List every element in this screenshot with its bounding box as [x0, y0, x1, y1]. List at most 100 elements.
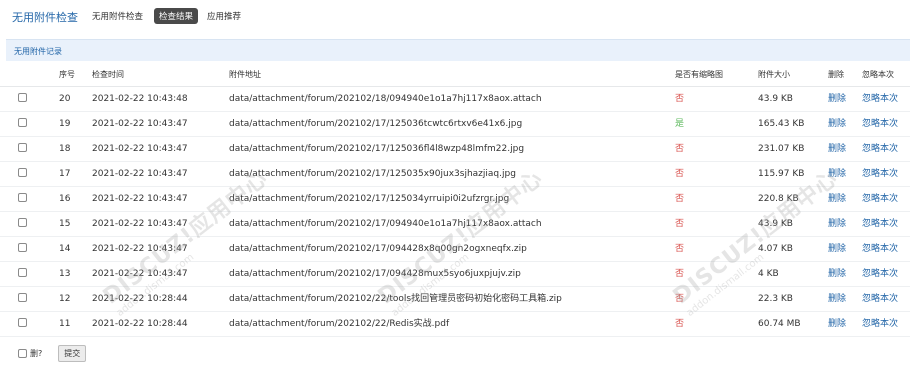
row-thumb: 否	[675, 144, 685, 154]
row-checkbox[interactable]	[18, 243, 27, 252]
row-thumb: 否	[675, 269, 685, 279]
row-checkbox[interactable]	[18, 93, 27, 102]
select-all-delete-label: 删?	[30, 348, 43, 358]
row-path: data/attachment/forum/202102/17/094428mu…	[229, 269, 521, 279]
nav-item-check-results[interactable]: 检查结果	[154, 8, 199, 24]
ignore-link[interactable]: 忽略本次	[862, 262, 910, 287]
table-header-row: 序号 检查时间 附件地址 是否有缩略图 附件大小 删除 忽略本次	[0, 62, 910, 87]
app-title: 无用附件检查	[12, 11, 78, 24]
header-seq: 序号	[59, 70, 75, 79]
table-row: 11 2021-02-22 10:28:44 data/attachment/f…	[0, 312, 910, 337]
delete-link[interactable]: 删除	[828, 187, 858, 212]
header-ignore: 忽略本次	[862, 70, 894, 79]
ignore-link[interactable]: 忽略本次	[862, 87, 910, 112]
top-nav: 无用附件检查 无用附件检查 检查结果 应用推荐	[0, 0, 910, 34]
ignore-link[interactable]: 忽略本次	[862, 112, 910, 137]
row-seq: 14	[59, 244, 71, 254]
row-thumb: 是	[675, 119, 685, 129]
row-time: 2021-02-22 10:43:48	[92, 94, 188, 104]
row-path: data/attachment/forum/202102/17/125036tc…	[229, 119, 523, 129]
delete-link[interactable]: 删除	[828, 287, 858, 312]
section-title: 无用附件记录	[14, 47, 62, 56]
row-seq: 11	[59, 319, 71, 329]
row-size: 115.97 KB	[758, 169, 805, 179]
table-row: 20 2021-02-22 10:43:48 data/attachment/f…	[0, 87, 910, 112]
delete-link[interactable]: 删除	[828, 312, 858, 337]
row-seq: 12	[59, 294, 71, 304]
row-time: 2021-02-22 10:43:47	[92, 144, 188, 154]
row-seq: 18	[59, 144, 71, 154]
table-footer: 删? 提交	[18, 344, 87, 362]
row-seq: 17	[59, 169, 71, 179]
row-size: 43.9 KB	[758, 219, 793, 229]
row-time: 2021-02-22 10:43:47	[92, 244, 188, 254]
row-checkbox[interactable]	[18, 168, 27, 177]
delete-link[interactable]: 删除	[828, 112, 858, 137]
delete-link[interactable]: 删除	[828, 162, 858, 187]
table-row: 17 2021-02-22 10:43:47 data/attachment/f…	[0, 162, 910, 187]
row-seq: 20	[59, 94, 71, 104]
row-checkbox[interactable]	[18, 318, 27, 327]
ignore-link[interactable]: 忽略本次	[862, 162, 910, 187]
ignore-link[interactable]: 忽略本次	[862, 187, 910, 212]
row-checkbox[interactable]	[18, 193, 27, 202]
ignore-link[interactable]: 忽略本次	[862, 212, 910, 237]
row-path: data/attachment/forum/202102/18/094940e1…	[229, 94, 542, 104]
row-checkbox[interactable]	[18, 268, 27, 277]
row-thumb: 否	[675, 169, 685, 179]
row-seq: 16	[59, 194, 71, 204]
row-thumb: 否	[675, 94, 685, 104]
row-seq: 15	[59, 219, 71, 229]
ignore-link[interactable]: 忽略本次	[862, 137, 910, 162]
table-row: 16 2021-02-22 10:43:47 data/attachment/f…	[0, 187, 910, 212]
row-size: 220.8 KB	[758, 194, 799, 204]
header-size: 附件大小	[758, 70, 790, 79]
row-seq: 13	[59, 269, 71, 279]
nav-item-app-recommend[interactable]: 应用推荐	[207, 10, 241, 22]
row-time: 2021-02-22 10:43:47	[92, 219, 188, 229]
header-path: 附件地址	[229, 70, 261, 79]
ignore-link[interactable]: 忽略本次	[862, 237, 910, 262]
row-checkbox[interactable]	[18, 293, 27, 302]
table-row: 12 2021-02-22 10:28:44 data/attachment/f…	[0, 287, 910, 312]
table-row: 18 2021-02-22 10:43:47 data/attachment/f…	[0, 137, 910, 162]
ignore-link[interactable]: 忽略本次	[862, 287, 910, 312]
row-size: 43.9 KB	[758, 94, 793, 104]
row-seq: 19	[59, 119, 71, 129]
row-checkbox[interactable]	[18, 118, 27, 127]
row-checkbox[interactable]	[18, 218, 27, 227]
table-row: 14 2021-02-22 10:43:47 data/attachment/f…	[0, 237, 910, 262]
row-time: 2021-02-22 10:43:47	[92, 194, 188, 204]
delete-link[interactable]: 删除	[828, 87, 858, 112]
delete-link[interactable]: 删除	[828, 237, 858, 262]
row-time: 2021-02-22 10:28:44	[92, 319, 188, 329]
row-size: 4 KB	[758, 269, 779, 279]
row-path: data/attachment/forum/202102/17/094940e1…	[229, 219, 542, 229]
row-thumb: 否	[675, 294, 685, 304]
table-row: 15 2021-02-22 10:43:47 data/attachment/f…	[0, 212, 910, 237]
row-time: 2021-02-22 10:43:47	[92, 169, 188, 179]
delete-link[interactable]: 删除	[828, 262, 858, 287]
header-thumb: 是否有缩略图	[675, 70, 723, 79]
row-thumb: 否	[675, 244, 685, 254]
row-size: 60.74 MB	[758, 319, 801, 329]
submit-button[interactable]: 提交	[58, 344, 87, 362]
row-time: 2021-02-22 10:28:44	[92, 294, 188, 304]
row-thumb: 否	[675, 219, 685, 229]
row-checkbox[interactable]	[18, 143, 27, 152]
header-delete: 删除	[828, 70, 844, 79]
row-time: 2021-02-22 10:43:47	[92, 269, 188, 279]
row-path: data/attachment/forum/202102/22/Redis实战.…	[229, 319, 450, 329]
table-row: 13 2021-02-22 10:43:47 data/attachment/f…	[0, 262, 910, 287]
table-row: 19 2021-02-22 10:43:47 data/attachment/f…	[0, 112, 910, 137]
row-path: data/attachment/forum/202102/17/125035x9…	[229, 169, 516, 179]
row-thumb: 否	[675, 194, 685, 204]
delete-link[interactable]: 删除	[828, 137, 858, 162]
nav-item-unused-check[interactable]: 无用附件检查	[92, 10, 143, 22]
header-time: 检查时间	[92, 70, 124, 79]
ignore-link[interactable]: 忽略本次	[862, 312, 910, 337]
select-all-delete-checkbox[interactable]	[18, 348, 27, 358]
row-size: 22.3 KB	[758, 294, 793, 304]
delete-link[interactable]: 删除	[828, 212, 858, 237]
row-size: 4.07 KB	[758, 244, 793, 254]
